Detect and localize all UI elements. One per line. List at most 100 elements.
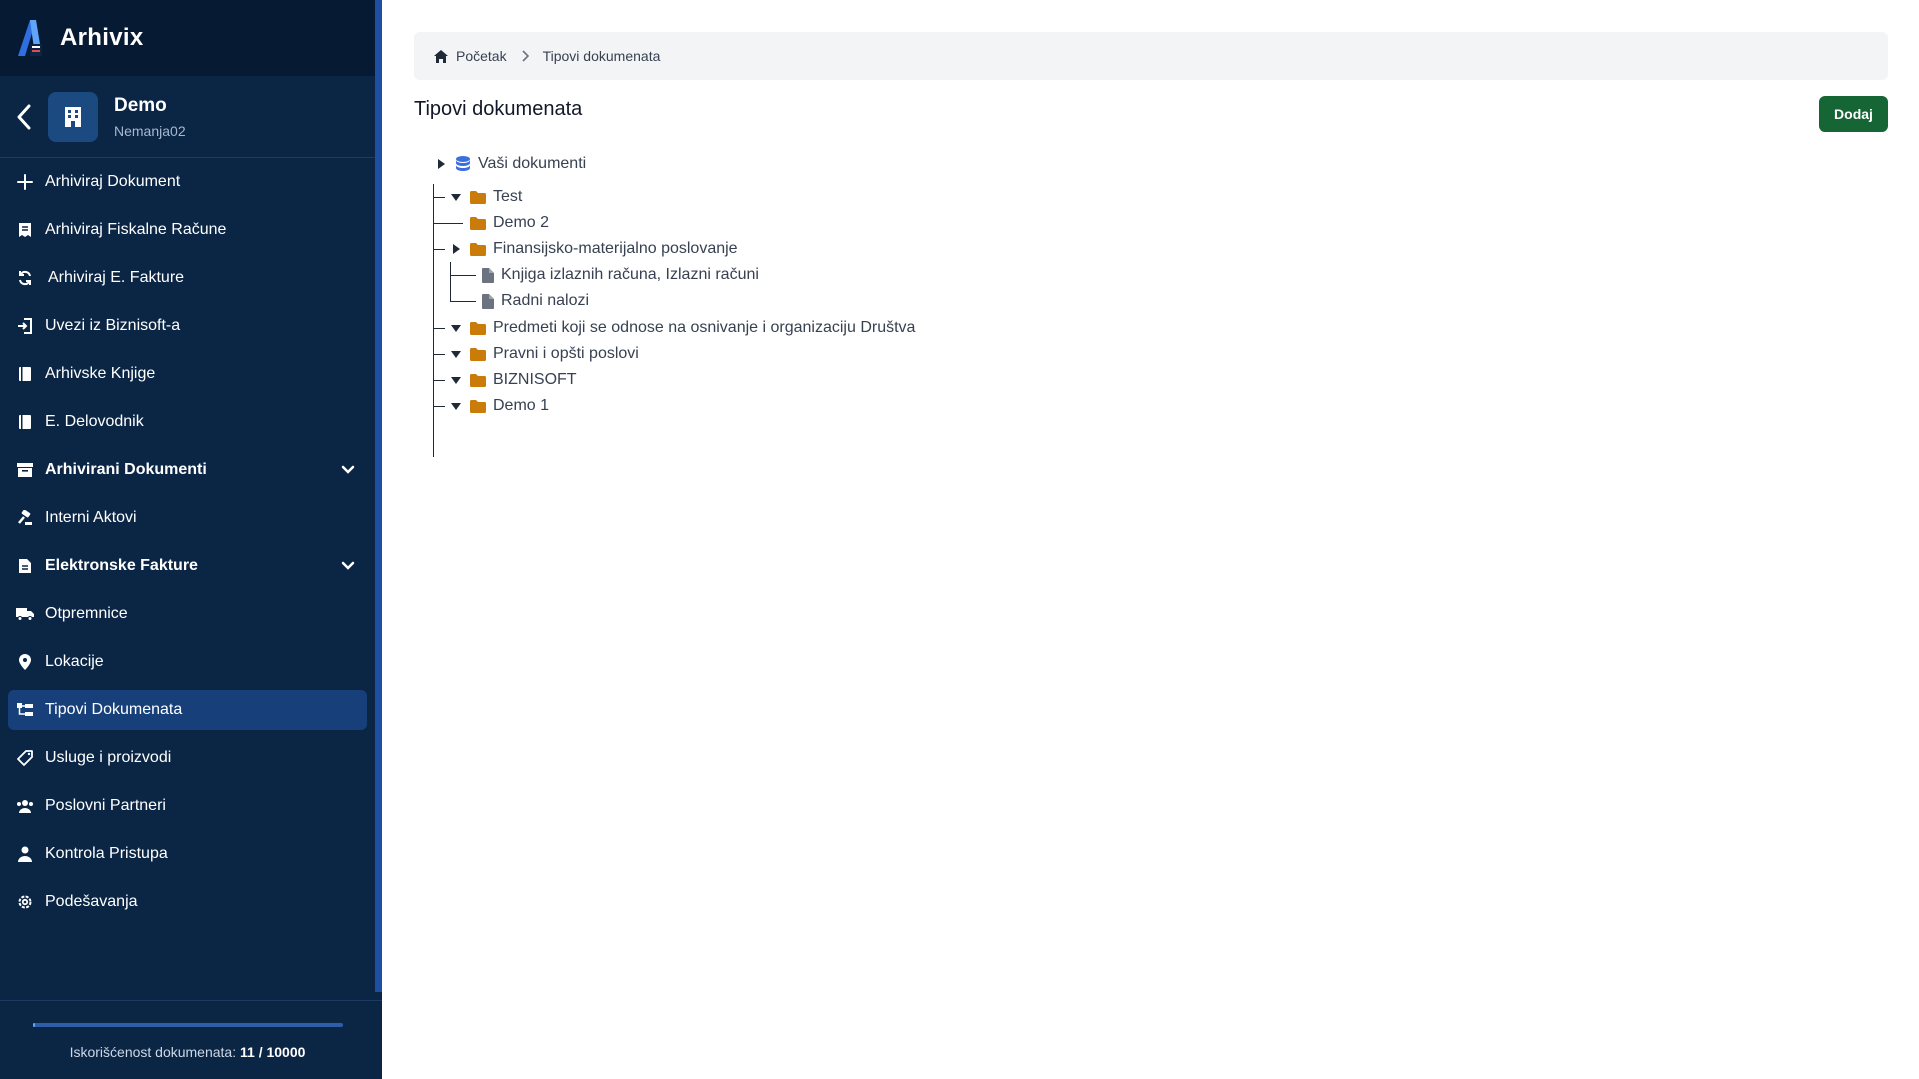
plus-icon [16, 173, 34, 191]
page-title: Tipovi dokumenata [414, 98, 583, 120]
tree-node-label: BIZNISOFT [493, 371, 577, 388]
document-usage: Iskorišćenost dokumenata: 11 / 10000 [0, 1000, 382, 1079]
tree-node-label: Radni nalozi [501, 292, 590, 309]
caret-down-icon[interactable] [449, 399, 463, 413]
caret-down-icon[interactable] [449, 347, 463, 361]
sidebar-scrollbar[interactable] [375, 0, 382, 992]
folder-icon [469, 188, 487, 206]
nav-item-interni-aktovi[interactable]: Interni Aktovi [8, 498, 367, 538]
back-button[interactable] [0, 76, 48, 158]
users-icon [16, 797, 34, 815]
nav-label: Uvezi iz Biznisoft-a [45, 317, 181, 334]
caret-down-icon[interactable] [449, 373, 463, 387]
breadcrumb-home[interactable]: Početak [456, 48, 507, 64]
chevron-down-icon[interactable] [339, 461, 357, 479]
sidebar-nav: Arhiviraj Dokument Arhiviraj Fiskalne Ra… [0, 162, 375, 930]
tree-node-file[interactable]: Knjiga izlaznih računa, Izlazni računi [481, 262, 759, 288]
org-name: Demo [114, 94, 167, 116]
nav-item-arhivirani-dokumenti[interactable]: Arhivirani Dokumenti [8, 450, 367, 490]
tree-node-label: Demo 1 [493, 397, 550, 414]
nav-label: Interni Aktovi [45, 509, 137, 526]
org-switcher: Demo Nemanja02 [0, 76, 375, 158]
usage-text: Iskorišćenost dokumenata: 11 / 10000 [0, 1044, 375, 1060]
caret-right-icon[interactable] [434, 157, 448, 171]
nav-item-tipovi-dokumenata[interactable]: Tipovi Dokumenata [8, 690, 367, 730]
receipt-icon [16, 221, 34, 239]
tree-node-folder[interactable]: Pravni i opšti poslovi [449, 341, 639, 367]
nav-item-otpremnice[interactable]: Otpremnice [8, 594, 367, 634]
nav-item-elektronske-fakture[interactable]: Elektronske Fakture [8, 546, 367, 586]
tree-node-label: Predmeti koji se odnose na osnivanje i o… [493, 319, 916, 336]
tree-node-label: Finansijsko-materijalno poslovanje [493, 240, 738, 257]
nav-item-kontrola-pristupa[interactable]: Kontrola Pristupa [8, 834, 367, 874]
tree-connector [433, 328, 445, 329]
nav-item-arhivske-knjige[interactable]: Arhivske Knjige [8, 354, 367, 394]
nav-item-arhiviraj-dokument[interactable]: Arhiviraj Dokument [8, 162, 367, 202]
tree-root[interactable]: Vaši dokumenti [434, 151, 586, 177]
gavel-icon [16, 509, 34, 527]
nav-item-uvezi-iz-biznisofta[interactable]: Uvezi iz Biznisoft-a [8, 306, 367, 346]
file-icon [481, 292, 495, 310]
home-icon [434, 49, 448, 63]
app-name: Arhivix [60, 24, 144, 51]
folder-icon [469, 397, 487, 415]
nav-item-arhiviraj-fiskalne-racune[interactable]: Arhiviraj Fiskalne Račune [8, 210, 367, 250]
chevron-down-icon[interactable] [339, 557, 357, 575]
usage-label: Iskorišćenost dokumenata: [69, 1044, 237, 1060]
tree-node-label: Test [493, 188, 523, 205]
nav-label: Tipovi Dokumenata [45, 701, 183, 718]
tree-node-folder[interactable]: BIZNISOFT [449, 367, 577, 393]
usage-progress-bar [33, 1023, 343, 1027]
tree-node-label: Demo 2 [493, 214, 550, 231]
breadcrumb-current: Tipovi dokumenata [542, 48, 661, 64]
nav-item-usluge-i-proizvodi[interactable]: Usluge i proizvodi [8, 738, 367, 778]
tree-connector [433, 184, 434, 457]
nav-item-arhiviraj-e-fakture[interactable]: Arhiviraj E. Fakture [8, 258, 367, 298]
nav-label: Arhiviraj Fiskalne Račune [45, 221, 227, 238]
tree-node-folder[interactable]: Predmeti koji se odnose na osnivanje i o… [449, 315, 915, 341]
caret-right-icon[interactable] [449, 242, 463, 256]
tree-node-folder[interactable]: Test [449, 184, 522, 210]
nav-item-poslovni-partneri[interactable]: Poslovni Partneri [8, 786, 367, 826]
tree-node-folder[interactable]: Demo 1 [449, 393, 549, 419]
tree-connector [450, 275, 476, 276]
nav-label: Otpremnice [45, 605, 128, 622]
tree-connector [450, 262, 451, 301]
map-pin-icon [16, 653, 34, 671]
nav-label: Poslovni Partneri [45, 797, 166, 814]
breadcrumb: Početak Tipovi dokumenata [414, 32, 1888, 80]
tree-connector [433, 197, 445, 198]
book-icon [16, 365, 34, 383]
folder-icon [469, 345, 487, 363]
tree-connector [433, 354, 445, 355]
folder-icon [469, 371, 487, 389]
nav-item-e-delovodnik[interactable]: E. Delovodnik [8, 402, 367, 442]
nav-label: Arhivirani Dokumenti [45, 461, 207, 478]
nav-label: Lokacije [45, 653, 104, 670]
file-icon [481, 266, 495, 284]
caret-down-icon[interactable] [449, 190, 463, 204]
tag-icon [16, 749, 34, 767]
logo-bar: Arhivix [0, 0, 375, 76]
tree-node-file[interactable]: Radni nalozi [481, 288, 589, 314]
add-button[interactable]: Dodaj [1819, 96, 1888, 132]
tree-connector [450, 301, 476, 302]
truck-icon [16, 605, 34, 623]
archive-icon [16, 461, 34, 479]
nav-label: Kontrola Pristupa [45, 845, 168, 862]
org-info[interactable]: Demo Nemanja02 [114, 95, 186, 139]
caret-down-icon[interactable] [449, 321, 463, 335]
tree-connector [433, 249, 445, 250]
nav-item-lokacije[interactable]: Lokacije [8, 642, 367, 682]
tree-node-folder[interactable]: Demo 2 [469, 210, 549, 236]
chevron-right-icon [521, 50, 529, 62]
chevron-left-icon [17, 104, 31, 129]
nav-label: Podešavanja [45, 893, 138, 910]
tree-connector [433, 406, 445, 407]
folder-icon [469, 240, 487, 258]
nav-item-podesavanja[interactable]: Podešavanja [8, 882, 367, 922]
sitemap-icon [16, 701, 34, 719]
sync-icon [16, 269, 34, 287]
tree-node-folder[interactable]: Finansijsko-materijalno poslovanje [449, 236, 738, 262]
nav-label: E. Delovodnik [45, 413, 144, 430]
